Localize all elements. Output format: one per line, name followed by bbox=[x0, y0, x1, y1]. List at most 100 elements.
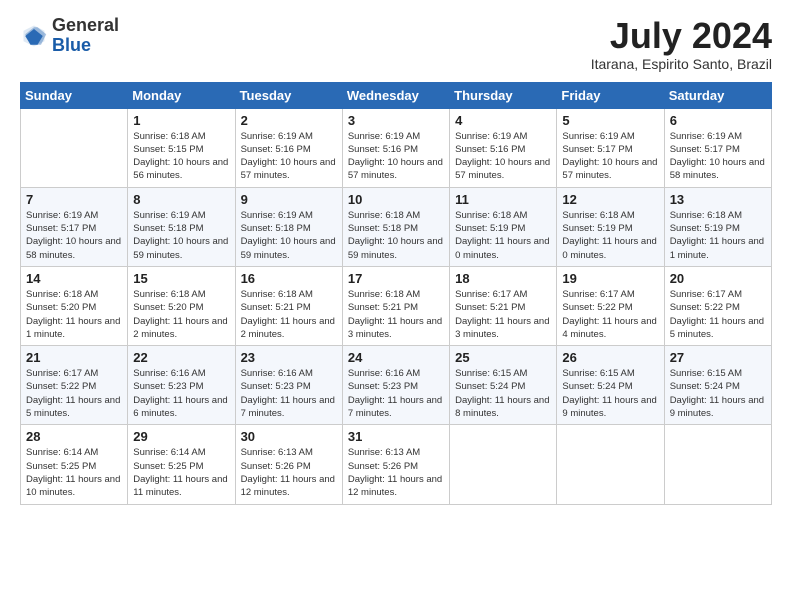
header: General Blue July 2024 Itarana, Espirito… bbox=[20, 16, 772, 72]
header-cell-tuesday: Tuesday bbox=[235, 82, 342, 108]
day-info: Sunrise: 6:15 AM Sunset: 5:24 PM Dayligh… bbox=[562, 367, 658, 420]
week-row-4: 28 Sunrise: 6:14 AM Sunset: 5:25 PM Dayli… bbox=[21, 425, 772, 504]
day-info: Sunrise: 6:18 AM Sunset: 5:21 PM Dayligh… bbox=[348, 288, 444, 341]
day-info: Sunrise: 6:19 AM Sunset: 5:18 PM Dayligh… bbox=[133, 209, 229, 262]
day-cell: 21Sunrise: 6:17 AM Sunset: 5:22 PM Dayli… bbox=[21, 346, 128, 425]
day-info: Sunrise: 6:14 AM Sunset: 5:25 PM Dayligh… bbox=[133, 446, 229, 499]
location: Itarana, Espirito Santo, Brazil bbox=[591, 56, 772, 72]
header-row: SundayMondayTuesdayWednesdayThursdayFrid… bbox=[21, 82, 772, 108]
day-number: 27 bbox=[670, 350, 766, 365]
day-number: 14 bbox=[26, 271, 122, 286]
day-info: Sunrise: 6:19 AM Sunset: 5:17 PM Dayligh… bbox=[670, 130, 766, 183]
day-number: 29 bbox=[133, 429, 229, 444]
header-cell-saturday: Saturday bbox=[664, 82, 771, 108]
day-number: 26 bbox=[562, 350, 658, 365]
day-info: Sunrise: 6:19 AM Sunset: 5:17 PM Dayligh… bbox=[26, 209, 122, 262]
day-info: Sunrise: 6:18 AM Sunset: 5:20 PM Dayligh… bbox=[26, 288, 122, 341]
day-info: Sunrise: 6:16 AM Sunset: 5:23 PM Dayligh… bbox=[348, 367, 444, 420]
day-cell: 8Sunrise: 6:19 AM Sunset: 5:18 PM Daylig… bbox=[128, 187, 235, 266]
day-number: 25 bbox=[455, 350, 551, 365]
page: General Blue July 2024 Itarana, Espirito… bbox=[0, 0, 792, 612]
logo-icon bbox=[20, 22, 48, 50]
day-info: Sunrise: 6:19 AM Sunset: 5:16 PM Dayligh… bbox=[241, 130, 337, 183]
week-row-0: 1Sunrise: 6:18 AM Sunset: 5:15 PM Daylig… bbox=[21, 108, 772, 187]
day-info: Sunrise: 6:13 AM Sunset: 5:26 PM Dayligh… bbox=[348, 446, 444, 499]
logo-text: General Blue bbox=[52, 16, 119, 56]
logo: General Blue bbox=[20, 16, 119, 56]
day-cell: 14 Sunrise: 6:18 AM Sunset: 5:20 PM Dayli… bbox=[21, 266, 128, 345]
title-section: July 2024 Itarana, Espirito Santo, Brazi… bbox=[591, 16, 772, 72]
day-number: 28 bbox=[26, 429, 122, 444]
day-number: 13 bbox=[670, 192, 766, 207]
day-number: 18 bbox=[455, 271, 551, 286]
day-number: 11 bbox=[455, 192, 551, 207]
day-cell: 1Sunrise: 6:18 AM Sunset: 5:15 PM Daylig… bbox=[128, 108, 235, 187]
week-row-3: 21Sunrise: 6:17 AM Sunset: 5:22 PM Dayli… bbox=[21, 346, 772, 425]
day-info: Sunrise: 6:19 AM Sunset: 5:16 PM Dayligh… bbox=[455, 130, 551, 183]
day-cell: 29 Sunrise: 6:14 AM Sunset: 5:25 PM Dayli… bbox=[128, 425, 235, 504]
day-number: 30 bbox=[241, 429, 337, 444]
header-cell-monday: Monday bbox=[128, 82, 235, 108]
day-info: Sunrise: 6:19 AM Sunset: 5:17 PM Dayligh… bbox=[562, 130, 658, 183]
day-info: Sunrise: 6:16 AM Sunset: 5:23 PM Dayligh… bbox=[241, 367, 337, 420]
day-info: Sunrise: 6:18 AM Sunset: 5:19 PM Dayligh… bbox=[670, 209, 766, 262]
day-number: 16 bbox=[241, 271, 337, 286]
day-cell: 16Sunrise: 6:18 AM Sunset: 5:21 PM Dayli… bbox=[235, 266, 342, 345]
day-number: 3 bbox=[348, 113, 444, 128]
day-cell: 17 Sunrise: 6:18 AM Sunset: 5:21 PM Dayli… bbox=[342, 266, 449, 345]
day-cell: 3 Sunrise: 6:19 AM Sunset: 5:16 PM Daylig… bbox=[342, 108, 449, 187]
day-info: Sunrise: 6:17 AM Sunset: 5:22 PM Dayligh… bbox=[670, 288, 766, 341]
calendar-table: SundayMondayTuesdayWednesdayThursdayFrid… bbox=[20, 82, 772, 505]
day-info: Sunrise: 6:18 AM Sunset: 5:19 PM Dayligh… bbox=[562, 209, 658, 262]
day-cell: 7 Sunrise: 6:19 AM Sunset: 5:17 PM Daylig… bbox=[21, 187, 128, 266]
day-number: 12 bbox=[562, 192, 658, 207]
day-cell: 15 Sunrise: 6:18 AM Sunset: 5:20 PM Dayli… bbox=[128, 266, 235, 345]
day-info: Sunrise: 6:15 AM Sunset: 5:24 PM Dayligh… bbox=[455, 367, 551, 420]
day-number: 5 bbox=[562, 113, 658, 128]
day-number: 7 bbox=[26, 192, 122, 207]
day-info: Sunrise: 6:18 AM Sunset: 5:19 PM Dayligh… bbox=[455, 209, 551, 262]
day-info: Sunrise: 6:18 AM Sunset: 5:20 PM Dayligh… bbox=[133, 288, 229, 341]
header-cell-wednesday: Wednesday bbox=[342, 82, 449, 108]
day-cell: 20 Sunrise: 6:17 AM Sunset: 5:22 PM Dayli… bbox=[664, 266, 771, 345]
day-info: Sunrise: 6:15 AM Sunset: 5:24 PM Dayligh… bbox=[670, 367, 766, 420]
day-number: 19 bbox=[562, 271, 658, 286]
day-number: 15 bbox=[133, 271, 229, 286]
day-cell: 12 Sunrise: 6:18 AM Sunset: 5:19 PM Dayli… bbox=[557, 187, 664, 266]
day-info: Sunrise: 6:17 AM Sunset: 5:21 PM Dayligh… bbox=[455, 288, 551, 341]
day-info: Sunrise: 6:19 AM Sunset: 5:16 PM Dayligh… bbox=[348, 130, 444, 183]
day-cell bbox=[557, 425, 664, 504]
day-cell: 6 Sunrise: 6:19 AM Sunset: 5:17 PM Daylig… bbox=[664, 108, 771, 187]
day-number: 22 bbox=[133, 350, 229, 365]
day-number: 4 bbox=[455, 113, 551, 128]
header-cell-friday: Friday bbox=[557, 82, 664, 108]
day-cell: 23Sunrise: 6:16 AM Sunset: 5:23 PM Dayli… bbox=[235, 346, 342, 425]
day-cell bbox=[21, 108, 128, 187]
day-cell: 10Sunrise: 6:18 AM Sunset: 5:18 PM Dayli… bbox=[342, 187, 449, 266]
day-cell: 11 Sunrise: 6:18 AM Sunset: 5:19 PM Dayli… bbox=[450, 187, 557, 266]
day-cell: 26 Sunrise: 6:15 AM Sunset: 5:24 PM Dayli… bbox=[557, 346, 664, 425]
header-cell-sunday: Sunday bbox=[21, 82, 128, 108]
day-cell: 28 Sunrise: 6:14 AM Sunset: 5:25 PM Dayli… bbox=[21, 425, 128, 504]
day-cell: 31Sunrise: 6:13 AM Sunset: 5:26 PM Dayli… bbox=[342, 425, 449, 504]
day-cell: 13 Sunrise: 6:18 AM Sunset: 5:19 PM Dayli… bbox=[664, 187, 771, 266]
day-cell: 5 Sunrise: 6:19 AM Sunset: 5:17 PM Daylig… bbox=[557, 108, 664, 187]
day-number: 17 bbox=[348, 271, 444, 286]
day-cell: 22Sunrise: 6:16 AM Sunset: 5:23 PM Dayli… bbox=[128, 346, 235, 425]
month-title: July 2024 bbox=[591, 16, 772, 56]
day-number: 24 bbox=[348, 350, 444, 365]
day-cell: 30Sunrise: 6:13 AM Sunset: 5:26 PM Dayli… bbox=[235, 425, 342, 504]
logo-general: General bbox=[52, 16, 119, 36]
day-info: Sunrise: 6:14 AM Sunset: 5:25 PM Dayligh… bbox=[26, 446, 122, 499]
day-info: Sunrise: 6:18 AM Sunset: 5:15 PM Dayligh… bbox=[133, 130, 229, 183]
day-number: 20 bbox=[670, 271, 766, 286]
day-info: Sunrise: 6:19 AM Sunset: 5:18 PM Dayligh… bbox=[241, 209, 337, 262]
day-cell: 25 Sunrise: 6:15 AM Sunset: 5:24 PM Dayli… bbox=[450, 346, 557, 425]
header-cell-thursday: Thursday bbox=[450, 82, 557, 108]
day-number: 9 bbox=[241, 192, 337, 207]
day-cell: 24 Sunrise: 6:16 AM Sunset: 5:23 PM Dayli… bbox=[342, 346, 449, 425]
day-cell: 4 Sunrise: 6:19 AM Sunset: 5:16 PM Daylig… bbox=[450, 108, 557, 187]
day-cell: 9 Sunrise: 6:19 AM Sunset: 5:18 PM Daylig… bbox=[235, 187, 342, 266]
day-cell bbox=[664, 425, 771, 504]
day-number: 6 bbox=[670, 113, 766, 128]
